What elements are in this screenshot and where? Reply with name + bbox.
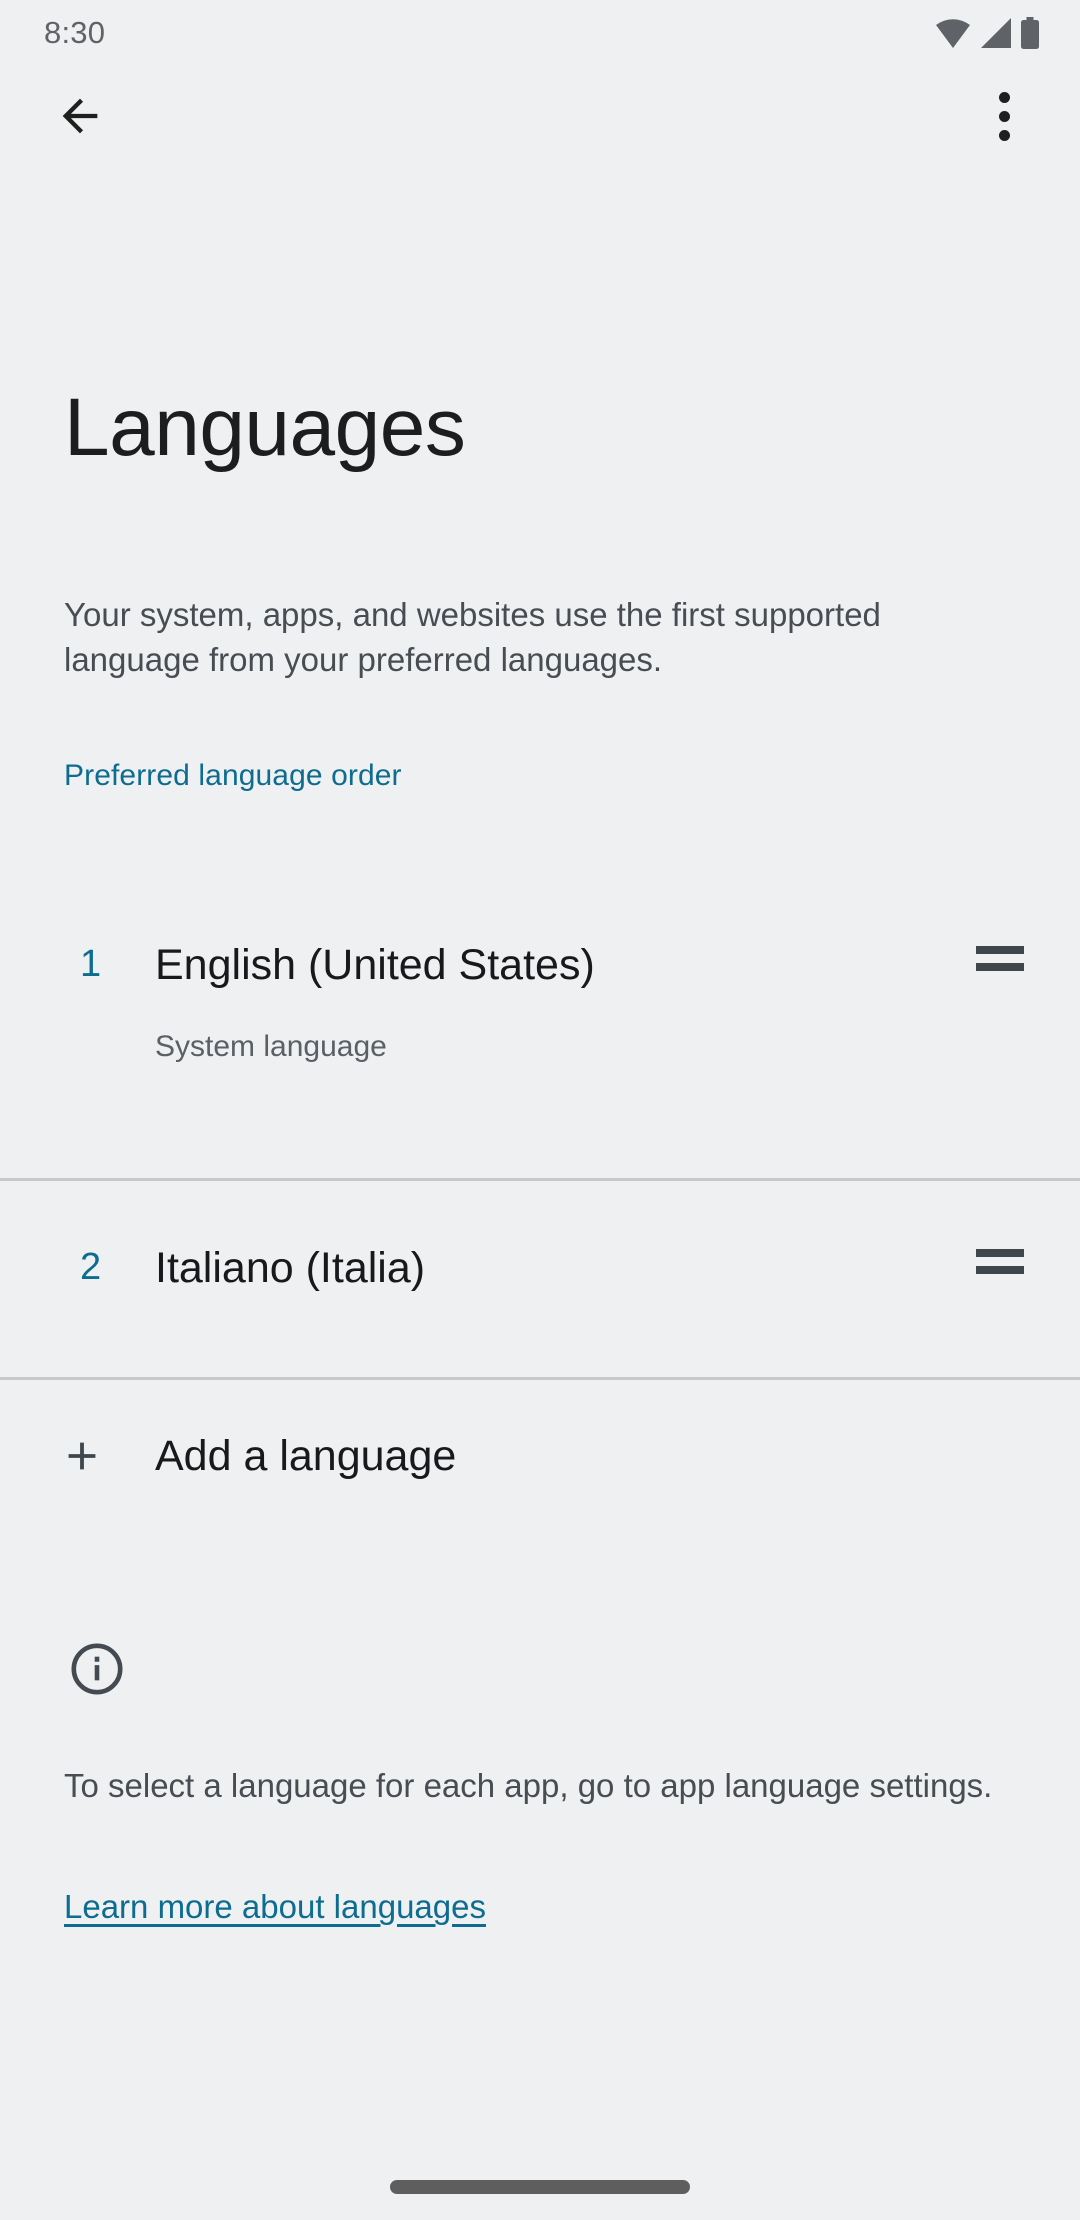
add-language-label: Add a language [155, 1432, 457, 1480]
battery-icon [1020, 17, 1040, 49]
status-bar: 8:30 [0, 0, 1080, 66]
status-bar-clock: 8:30 [44, 15, 106, 50]
section-header-preferred-language-order: Preferred language order [64, 759, 402, 792]
plus-icon [0, 1433, 155, 1479]
back-button[interactable] [40, 76, 120, 156]
cellular-signal-icon [979, 18, 1011, 48]
language-name: English (United States) [155, 941, 595, 989]
gesture-nav-pill[interactable] [390, 2180, 690, 2194]
language-row[interactable]: 2 Italiano (Italia) [0, 1181, 1080, 1377]
add-language-button[interactable]: Add a language [0, 1381, 1080, 1531]
drag-handle-icon[interactable] [976, 1249, 1036, 1274]
back-arrow-icon [54, 90, 106, 142]
language-row[interactable]: 1 English (United States) System languag… [0, 872, 1080, 1178]
learn-more-link[interactable]: Learn more about languages [64, 1884, 486, 1929]
page-description: Your system, apps, and websites use the … [64, 596, 881, 678]
language-name: Italiano (Italia) [155, 1244, 426, 1292]
overflow-menu-button[interactable] [964, 76, 1044, 156]
preferred-language-list: 1 English (United States) System languag… [0, 872, 1080, 1380]
page-title: Languages [64, 382, 466, 473]
language-rank: 1 [80, 943, 102, 985]
language-rank: 2 [80, 1246, 102, 1288]
language-text: Italiano (Italia) [155, 1243, 976, 1293]
status-bar-icons [936, 17, 1040, 49]
footer-description: To select a language for each app, go to… [64, 1767, 993, 1804]
language-text: English (United States) System language [155, 940, 976, 1066]
wifi-icon [936, 18, 970, 48]
app-bar [0, 66, 1080, 166]
language-subtitle: System language [155, 1030, 387, 1063]
list-divider [0, 1377, 1080, 1380]
info-icon [68, 1640, 126, 1698]
more-options-icon [998, 91, 1010, 141]
drag-handle-icon[interactable] [976, 946, 1036, 971]
